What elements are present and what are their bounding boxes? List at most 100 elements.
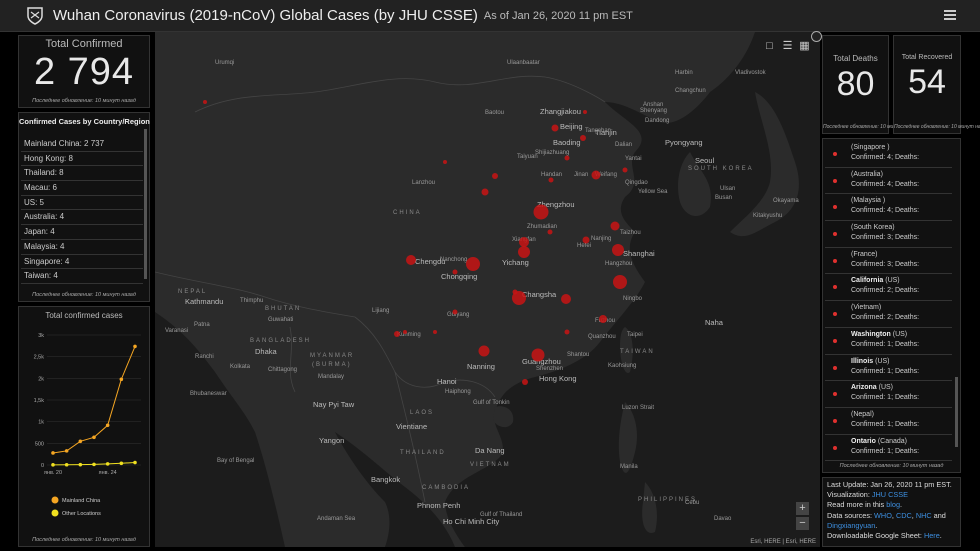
bookmark-icon[interactable]: □ [763,40,776,53]
scrollbar[interactable] [955,377,958,447]
map-place-label: Pyongyang [665,138,703,147]
country-row[interactable]: Mainland China: 2 737 [21,137,143,152]
country-row[interactable]: Macau: 6 [21,181,143,196]
case-marker[interactable] [622,167,628,173]
region-row[interactable]: (Australia) Confirmed: 4; Deaths: [825,168,952,195]
region-row[interactable]: Washington (US) Confirmed: 1; Deaths: [825,328,952,355]
case-marker[interactable] [443,160,447,164]
cases-line-chart: 0 500 1k 1,5k 2k 2,5k 3k янв. 20 янв. 24 Mainland… [34,333,141,517]
red-dot-icon [833,285,837,290]
dingxiangyuan-link[interactable]: Dingxiangyuan [827,521,875,530]
case-marker[interactable] [599,315,607,323]
region-row[interactable]: Arizona (US) Confirmed: 1; Deaths: [825,381,952,408]
basemap-gallery-icon[interactable]: ▦ [798,40,811,53]
region-row[interactable]: Ontario (Canada) Confirmed: 1; Deaths: [825,435,952,462]
case-marker[interactable] [522,379,528,385]
last-updated-note: Последнее обновление: 10 минут назад [32,98,136,104]
map-place-label: Seoul [695,156,715,165]
case-marker[interactable] [533,204,549,220]
case-marker[interactable] [452,309,458,315]
case-marker[interactable] [564,155,570,161]
region-row[interactable]: (South Korea) Confirmed: 3; Deaths: [825,221,952,248]
country-row[interactable]: Malaysia: 4 [21,240,143,255]
data-point [51,463,55,467]
case-marker[interactable] [548,177,554,183]
case-marker[interactable] [512,289,518,295]
region-name-text: Illinois [851,357,874,365]
country-row[interactable]: Japan: 4 [21,225,143,240]
country-list[interactable]: Mainland China: 2 737 Hong Kong: 8 Thailan… [21,137,143,287]
case-marker[interactable] [452,269,458,275]
case-marker[interactable] [583,110,587,114]
case-marker[interactable] [610,221,620,231]
region-list[interactable]: (Singapore ) Confirmed: 4; Deaths: (Austra… [825,141,952,463]
country-row[interactable]: Singapore: 4 [21,255,143,270]
as-of-date: As of Jan 26, 2020 11 pm EST [483,9,633,22]
region-parent: (Canada) [875,437,908,445]
case-marker[interactable] [433,330,437,334]
y-tick-label: 500 [35,441,44,447]
region-parent: (US) [876,384,894,392]
map-place-label: Gulf of Tonkin [473,400,510,406]
country-row[interactable]: US: 5 [21,196,143,211]
cdc-link[interactable]: CDC [896,511,912,520]
case-marker[interactable] [406,255,416,265]
country-row[interactable]: France: 3 [21,284,143,287]
case-marker[interactable] [531,348,545,362]
hamburger-menu-icon[interactable] [944,8,956,22]
region-row[interactable]: Illinois (US) Confirmed: 1; Deaths: [825,355,952,382]
zoom-out-button[interactable]: − [796,517,809,530]
country-row[interactable]: Hong Kong: 8 [21,152,143,167]
total-recovered-label: Total Recovered [901,54,953,61]
case-marker[interactable] [547,229,553,235]
data-point [105,423,110,428]
case-marker[interactable] [591,170,601,180]
case-marker[interactable] [613,275,627,289]
country-row[interactable]: Australia: 4 [21,210,143,226]
region-row[interactable]: (Singapore ) Confirmed: 4; Deaths: [825,141,952,168]
region-name-text: (Singapore ) [851,144,890,151]
region-row[interactable]: (France) Confirmed: 3; Deaths: [825,248,952,275]
case-marker[interactable] [478,345,490,357]
map-expand-icon[interactable] [811,31,822,42]
case-marker[interactable] [518,246,530,258]
data-sources-label: Data sources: [827,510,875,520]
case-marker[interactable] [492,173,498,179]
country-row[interactable]: Taiwan: 4 [21,269,143,284]
case-marker[interactable] [481,188,489,196]
country-row[interactable]: Thailand: 8 [21,166,143,182]
map-place-label: THAILAND [400,450,446,456]
layer-list-icon[interactable]: ☰ [781,40,794,53]
red-dot-icon [833,232,837,237]
map-place-label: Kolkata [230,364,251,370]
region-row[interactable]: California (US) Confirmed: 2; Deaths: [825,274,952,302]
region-row[interactable]: (Malaysia ) Confirmed: 4; Deaths: [825,194,952,222]
zoom-in-button[interactable]: + [796,502,809,515]
region-name: (Nepal) [851,411,874,418]
case-marker[interactable] [466,257,480,271]
map-place-label: Luzon Strait [622,405,655,411]
region-row[interactable]: (Vietnam) Confirmed: 2; Deaths: [825,301,952,328]
blog-link[interactable]: blog [886,500,900,509]
case-marker[interactable] [580,135,586,141]
region-name: Washington (US) [851,331,907,338]
map-place-label: Guwahati [268,317,294,323]
case-marker[interactable] [582,236,590,244]
case-marker[interactable] [564,329,570,335]
region-row[interactable]: (Nepal) Confirmed: 1; Deaths: [825,408,952,435]
case-marker[interactable] [551,124,559,132]
who-link[interactable]: WHO [874,511,892,520]
scrollbar[interactable] [144,129,147,279]
nhc-link[interactable]: NHC [916,511,932,520]
case-marker[interactable] [394,331,400,337]
map-place-label: TAIWAN [620,349,655,355]
case-marker[interactable] [403,330,407,334]
case-marker[interactable] [561,294,571,304]
data-point [119,461,124,466]
case-marker[interactable] [612,244,624,256]
case-marker[interactable] [203,100,207,104]
google-sheet-link[interactable]: Here [924,531,940,540]
jhu-csse-link[interactable]: JHU CSSE [872,490,908,499]
map-place-label: Ningbo [623,296,643,302]
world-map[interactable]: Urumqi Ulaanbaatar Harbin Vladivostok Changc… [155,32,820,547]
